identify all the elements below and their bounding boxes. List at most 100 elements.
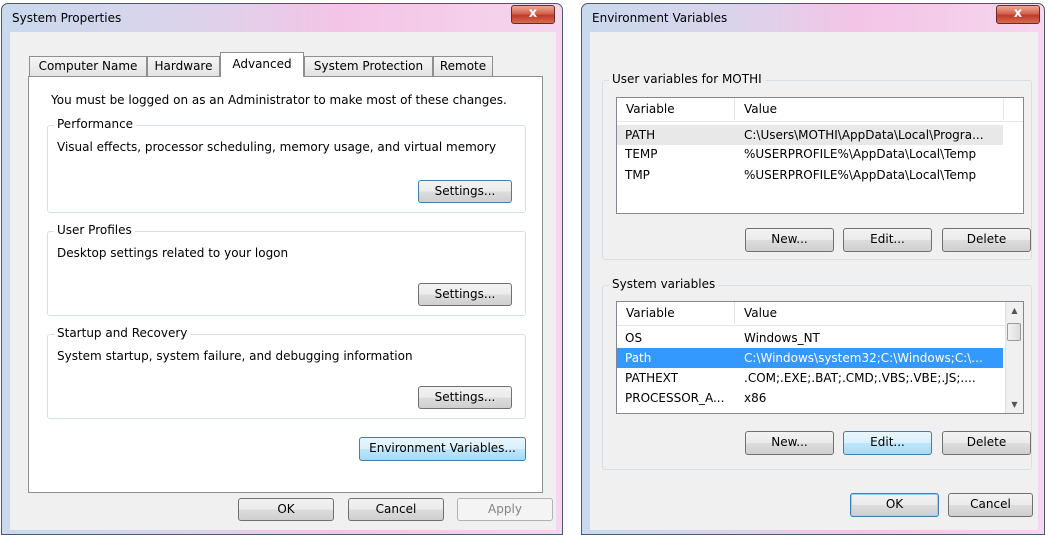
- variable-name: Path: [625, 351, 652, 365]
- user-delete-button[interactable]: Delete: [942, 228, 1031, 252]
- vertical-scrollbar[interactable]: ▲ ▼: [1005, 302, 1023, 413]
- column-header-variable[interactable]: Variable: [626, 102, 675, 116]
- user-variables-list[interactable]: Variable Value PATH C:\Users\MOTHI\AppDa…: [616, 97, 1024, 214]
- system-variables-group: System variables Variable Value OS Windo…: [602, 277, 1032, 470]
- startup-recovery-settings-button[interactable]: Settings...: [418, 386, 512, 409]
- list-item[interactable]: TEMP %USERPROFILE%\AppData\Local\Temp: [617, 144, 1003, 164]
- button-label: Edit...: [870, 232, 905, 246]
- system-edit-button[interactable]: Edit...: [843, 431, 932, 455]
- button-label: Cancel: [970, 497, 1011, 511]
- button-label: OK: [885, 497, 904, 511]
- button-label: Settings...: [434, 390, 496, 404]
- tab-advanced[interactable]: Advanced: [220, 52, 304, 77]
- variable-name: PATH: [625, 128, 656, 142]
- variable-value: C:\Windows\system32;C:\Windows;C:\...: [744, 351, 983, 365]
- system-new-button[interactable]: New...: [745, 431, 834, 455]
- environment-variables-client: User variables for MOTHI Variable Value …: [590, 32, 1038, 530]
- tab-label: Hardware: [154, 59, 213, 73]
- list-header: Variable Value: [617, 98, 1023, 122]
- tab-computer-name[interactable]: Computer Name: [29, 56, 147, 76]
- list-item-selected[interactable]: Path C:\Windows\system32;C:\Windows;C:\.…: [617, 348, 1003, 368]
- user-variables-group: User variables for MOTHI Variable Value …: [602, 72, 1032, 260]
- close-button[interactable]: x: [511, 5, 555, 24]
- system-delete-button[interactable]: Delete: [942, 431, 1031, 455]
- list-item[interactable]: TMP %USERPROFILE%\AppData\Local\Temp: [617, 165, 1003, 185]
- admin-notice: You must be logged on as an Administrato…: [51, 93, 507, 107]
- group-description: Visual effects, processor scheduling, me…: [57, 140, 497, 154]
- button-label: Delete: [966, 435, 1007, 449]
- tab-label: System Protection: [313, 59, 424, 73]
- variable-name: PROCESSOR_A...: [625, 391, 725, 405]
- button-label: OK: [277, 502, 295, 516]
- system-properties-window: System Properties x Computer Name Hardwa…: [1, 3, 563, 535]
- tab-hardware[interactable]: Hardware: [147, 56, 220, 76]
- close-icon: x: [1013, 6, 1023, 21]
- list-item[interactable]: PATHEXT .COM;.EXE;.BAT;.CMD;.VBS;.VBE;.J…: [617, 368, 1003, 388]
- variable-value: x86: [744, 391, 767, 405]
- environment-variables-titlebar[interactable]: Environment Variables x: [582, 4, 1044, 32]
- button-label: Cancel: [375, 502, 417, 516]
- button-label: Edit...: [870, 435, 905, 449]
- user-profiles-settings-button[interactable]: Settings...: [418, 283, 512, 306]
- variable-value: Windows_NT: [744, 331, 820, 345]
- group-title: User Profiles: [54, 223, 135, 237]
- tab-label: Computer Name: [38, 59, 138, 73]
- group-title: Performance: [54, 117, 137, 131]
- close-icon: x: [528, 6, 538, 21]
- button-label: Environment Variables...: [369, 441, 516, 455]
- ok-button[interactable]: OK: [850, 493, 939, 517]
- scroll-down-arrow-icon[interactable]: ▼: [1006, 396, 1023, 413]
- variable-name: PATHEXT: [625, 371, 679, 385]
- user-profiles-group: User Profiles Desktop settings related t…: [47, 223, 526, 316]
- column-header-value[interactable]: Value: [744, 102, 777, 116]
- column-header-variable[interactable]: Variable: [626, 306, 675, 320]
- button-label: Settings...: [434, 287, 496, 301]
- tab-system-protection[interactable]: System Protection: [304, 56, 433, 76]
- group-title: User variables for MOTHI: [609, 72, 765, 86]
- close-button[interactable]: x: [996, 5, 1040, 24]
- user-edit-button[interactable]: Edit...: [843, 228, 932, 252]
- tab-remote[interactable]: Remote: [433, 56, 493, 76]
- group-title: System variables: [609, 277, 719, 291]
- system-variables-list[interactable]: Variable Value OS Windows_NT Path C:\Win…: [616, 301, 1024, 414]
- tab-label: Advanced: [232, 57, 292, 71]
- button-label: Delete: [966, 232, 1007, 246]
- scroll-up-arrow-icon[interactable]: ▲: [1006, 302, 1023, 319]
- column-separator: [734, 98, 735, 120]
- window-title: System Properties: [12, 11, 122, 25]
- button-label: Apply: [488, 502, 522, 516]
- scroll-thumb[interactable]: [1007, 323, 1021, 341]
- variable-name: TMP: [625, 168, 650, 182]
- system-properties-titlebar[interactable]: System Properties x: [2, 4, 562, 32]
- column-header-value[interactable]: Value: [744, 306, 777, 320]
- cancel-button[interactable]: Cancel: [948, 493, 1033, 517]
- tab-label: Remote: [439, 59, 487, 73]
- variable-name: OS: [625, 331, 643, 345]
- apply-button[interactable]: Apply: [457, 498, 553, 521]
- variable-value: .COM;.EXE;.BAT;.CMD;.VBS;.VBE;.JS;....: [744, 371, 976, 385]
- button-label: New...: [771, 232, 808, 246]
- environment-variables-window: Environment Variables x User variables f…: [581, 3, 1045, 535]
- user-new-button[interactable]: New...: [745, 228, 834, 252]
- variable-name: TEMP: [625, 147, 658, 161]
- group-description: Desktop settings related to your logon: [57, 246, 289, 260]
- access-key: User variables for MOTHI: [612, 72, 762, 86]
- environment-variables-button[interactable]: Environment Variables...: [359, 437, 526, 461]
- list-item[interactable]: OS Windows_NT: [617, 328, 1003, 348]
- group-description: System startup, system failure, and debu…: [57, 349, 413, 363]
- list-item[interactable]: PATH C:\Users\MOTHI\AppData\Local\Progra…: [617, 125, 1003, 145]
- window-title: Environment Variables: [592, 11, 728, 25]
- button-label: Settings...: [434, 184, 496, 198]
- startup-recovery-group: Startup and Recovery System startup, sys…: [47, 326, 526, 419]
- performance-group: Performance Visual effects, processor sc…: [47, 117, 526, 213]
- variable-value: %USERPROFILE%\AppData\Local\Temp: [744, 147, 977, 161]
- performance-settings-button[interactable]: Settings...: [418, 180, 512, 203]
- list-item[interactable]: PROCESSOR_A... x86: [617, 388, 1003, 408]
- cancel-button[interactable]: Cancel: [348, 498, 444, 521]
- ok-button[interactable]: OK: [238, 498, 334, 521]
- list-header: Variable Value: [617, 302, 1007, 326]
- group-title: Startup and Recovery: [54, 326, 191, 340]
- button-label: New...: [771, 435, 808, 449]
- column-separator: [734, 302, 735, 324]
- variable-value: C:\Users\MOTHI\AppData\Local\Progra...: [744, 128, 984, 142]
